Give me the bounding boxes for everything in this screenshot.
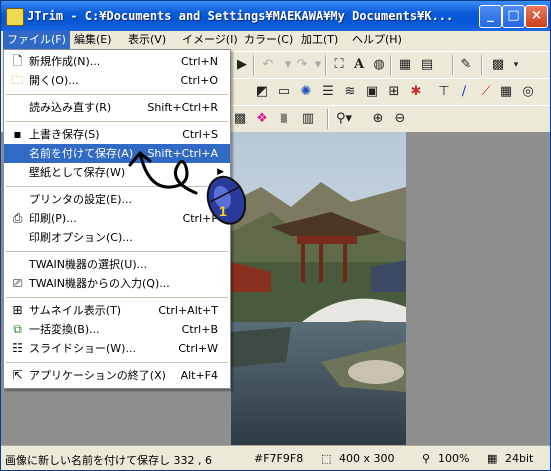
batch-convert-icon: ⧉ <box>13 322 22 336</box>
mouse-click-annotation: 1 <box>128 151 246 225</box>
exit-icon: ⇱ <box>12 368 23 382</box>
menu-separator <box>6 121 228 122</box>
menu-separator <box>6 94 228 95</box>
mosaic-icon[interactable]: ▩ <box>489 56 507 74</box>
status-color-value: #F7F9F8 <box>254 452 304 465</box>
window-title: JTrim - C:¥Documents and Settings¥MAEKAW… <box>27 9 454 23</box>
pen-icon[interactable]: ∕ <box>455 83 473 101</box>
menu-item-slideshow[interactable]: ☷ スライドショー(W)... Ctrl+W <box>4 339 230 358</box>
thumbnail-icon: ⊞ <box>12 303 23 317</box>
toolbar-separator <box>481 55 483 75</box>
menu-process[interactable]: 加工(T) <box>297 31 342 49</box>
mouse-icon <box>206 175 246 225</box>
menu-item-twain-input[interactable]: ⎚ TWAIN機器からの入力(Q)... <box>4 274 230 293</box>
level-icon[interactable]: ▭ <box>275 83 293 101</box>
status-zoom: 100% <box>438 452 470 465</box>
undo-icon[interactable]: ↶ <box>259 56 277 74</box>
menu-item-twain-select[interactable]: TWAIN機器の選択(U)... <box>4 255 230 274</box>
menu-view[interactable]: 表示(V) <box>124 31 170 49</box>
toolbar-separator <box>325 55 327 75</box>
menu-file[interactable]: ファイル(F) <box>3 31 70 49</box>
menu-bar: ファイル(F) 編集(E) 表示(V) イメージ(I) カラー(C) 加工(T)… <box>1 31 550 49</box>
menu-color[interactable]: カラー(C) <box>240 31 297 49</box>
toolbar-row-1: ▶ ↶ ▾ ↷ ▾ ⛶ A ◍ ▦ ▤ ✎ ▩ ▾ <box>229 51 550 79</box>
pattern-icon[interactable]: ⊤ <box>435 83 453 101</box>
menu-separator <box>6 297 228 298</box>
brick-icon[interactable]: ⊞ <box>385 83 403 101</box>
save-icon: ▪ <box>13 127 22 141</box>
toolbar-row-2: ◩ ▭ ✺ ☰ ≋ ▣ ⊞ ✱ ⊤ ∕ ⟋ ▦ ◎ <box>229 78 550 106</box>
menu-separator <box>6 251 228 252</box>
emboss-icon[interactable]: ▣ <box>363 83 381 101</box>
frame-icon[interactable]: ▤ <box>418 56 436 74</box>
open-folder-icon: 🗀 <box>11 73 24 87</box>
zoom-icon: ⚲ <box>422 452 431 465</box>
menu-item-new[interactable]: 🗋 新規作成(N)... Ctrl+N <box>4 52 230 71</box>
app-icon[interactable] <box>6 8 24 26</box>
menu-item-batch-convert[interactable]: ⧉ 一括変換(B)... Ctrl+B <box>4 320 230 339</box>
gradient-icon[interactable]: ▥ <box>299 110 317 128</box>
menu-item-exit[interactable]: ⇱ アプリケーションの終了(X) Alt+F4 <box>4 366 230 385</box>
image-size-icon: ⬚ <box>321 452 332 465</box>
toolbar-separator <box>327 109 329 129</box>
menu-item-thumbnail[interactable]: ⊞ サムネイル表示(T) Ctrl+Alt+T <box>4 301 230 320</box>
close-button[interactable]: × <box>525 5 548 28</box>
new-file-icon: 🗋 <box>12 54 23 68</box>
zoom-in-icon[interactable]: ⊕ <box>369 110 387 128</box>
zoom-dropdown-icon[interactable]: ⚲▾ <box>335 110 353 128</box>
image-canvas[interactable] <box>231 132 406 445</box>
sharpen-icon[interactable]: ✺ <box>297 83 315 101</box>
status-message: 画像に新しい名前を付けて保存し 332 , 6 <box>5 454 212 467</box>
minimize-button[interactable]: _ <box>479 5 502 28</box>
scanner-icon: ⎚ <box>12 276 23 290</box>
color-depth-icon: ▦ <box>487 452 498 465</box>
printer-icon: ⎙ <box>12 211 23 225</box>
sparkle-icon[interactable]: ✱ <box>407 83 425 101</box>
fit-window-icon[interactable]: ⛶ <box>330 56 348 74</box>
stamp-icon[interactable]: ◍ <box>370 56 388 74</box>
grid-icon[interactable]: ▦ <box>396 56 414 74</box>
menu-edit[interactable]: 編集(E) <box>70 31 116 49</box>
slideshow-icon: ☷ <box>12 341 23 355</box>
toolbar-row-3: ▩ ❖ ▒ ▥ ⚲▾ ⊕ ⊖ <box>229 105 550 133</box>
toolbar-separator <box>390 55 392 75</box>
app-window: JTrim - C:¥Documents and Settings¥MAEKAW… <box>0 0 551 471</box>
status-bar: 画像に新しい名前を付けて保存し 332 , 6 #F7F9F8 ⬚ 400 x … <box>1 445 550 470</box>
menu-item-open[interactable]: 🗀 開く(O)... Ctrl+O <box>4 71 230 90</box>
mosaic-dropdown-icon[interactable]: ▾ <box>507 56 525 74</box>
mosaic-pattern-icon[interactable]: ▦ <box>497 83 515 101</box>
checker-icon[interactable]: ▩ <box>231 110 249 128</box>
rgb-icon[interactable]: ❖ <box>253 110 271 128</box>
title-bar[interactable]: JTrim - C:¥Documents and Settings¥MAEKAW… <box>1 1 550 31</box>
mouse-button-number: 1 <box>219 203 227 219</box>
xor-icon[interactable]: ▒ <box>275 110 293 128</box>
line-icon[interactable]: ⟋ <box>477 83 495 101</box>
menu-separator <box>6 362 228 363</box>
toolbar-separator <box>253 55 255 75</box>
status-color-depth: 24bit <box>505 452 534 465</box>
pavilion-photo <box>231 132 406 445</box>
menu-item-reload[interactable]: 読み込み直す(R) Shift+Ctrl+R <box>4 98 230 117</box>
spiral-icon[interactable]: ◎ <box>519 83 537 101</box>
maximize-button[interactable]: □ <box>502 5 525 28</box>
menu-item-save[interactable]: ▪ 上書き保存(S) Ctrl+S <box>4 125 230 144</box>
status-image-size: 400 x 300 <box>339 452 395 465</box>
eyedropper-icon[interactable]: ✎ <box>457 56 475 74</box>
zoom-out-icon[interactable]: ⊖ <box>391 110 409 128</box>
play-icon[interactable]: ▶ <box>233 56 251 74</box>
menu-help[interactable]: ヘルプ(H) <box>348 31 406 49</box>
contrast-icon[interactable]: ◩ <box>253 83 271 101</box>
text-tool-icon[interactable]: A <box>350 56 368 74</box>
menu-image[interactable]: イメージ(I) <box>178 31 242 49</box>
blur-icon[interactable]: ☰ <box>319 83 337 101</box>
toolbar-separator <box>452 55 454 75</box>
wave-icon[interactable]: ≋ <box>341 83 359 101</box>
